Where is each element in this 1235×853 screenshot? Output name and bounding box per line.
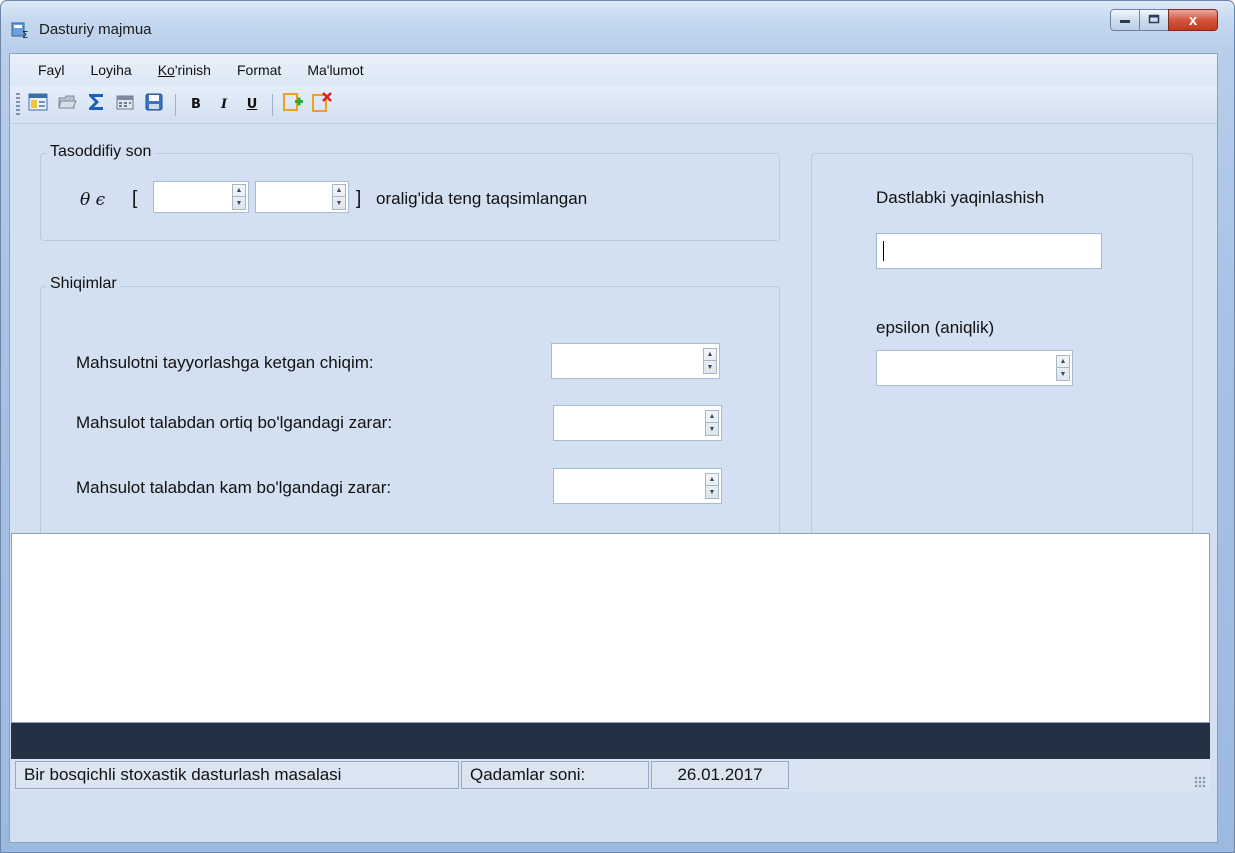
spin-down-icon[interactable]: ▼ <box>233 197 245 209</box>
status-bar: Bir bosqichli stoxastik dasturlash masal… <box>11 759 1210 791</box>
window-controls: x <box>1110 9 1218 33</box>
maximize-icon <box>1148 14 1160 27</box>
sigma-icon <box>86 92 106 117</box>
status-problem-text: Bir bosqichli stoxastik dasturlash masal… <box>24 765 342 784</box>
delete-button[interactable] <box>310 91 334 118</box>
random-number-group-title: Tasoddifiy son <box>46 143 156 161</box>
sum-button[interactable] <box>84 93 108 117</box>
add-document-icon <box>282 91 304 118</box>
add-button[interactable] <box>281 93 305 117</box>
spin-up-icon[interactable]: ▲ <box>706 474 718 486</box>
spin-down-icon[interactable]: ▼ <box>704 361 716 373</box>
toolbar-separator-2 <box>272 93 273 116</box>
menu-loyiha[interactable]: Loyiha <box>90 62 131 78</box>
shortage-loss-label: Mahsulot talabdan kam bo'lgandagi zarar: <box>76 478 392 497</box>
theta-symbol: θ ϵ <box>80 190 106 210</box>
resize-grip-icon[interactable] <box>1194 776 1206 788</box>
production-cost-spinner[interactable]: ▲ ▼ <box>551 343 720 379</box>
minimize-icon <box>1119 14 1131 27</box>
open-button[interactable] <box>55 93 79 117</box>
epsilon-label: epsilon (aniqlik) <box>876 318 995 337</box>
menu-korinish-rest: 'rinish <box>174 62 211 78</box>
toolbar: B I U <box>10 86 1217 124</box>
shortage-loss-spinner[interactable]: ▲ ▼ <box>553 468 722 504</box>
spin-up-icon[interactable]: ▲ <box>333 185 345 197</box>
save-button[interactable] <box>142 93 166 117</box>
app-icon: Σ <box>11 21 31 41</box>
close-icon: x <box>1188 11 1198 29</box>
toolbar-separator <box>175 93 176 116</box>
menu-format[interactable]: Format <box>237 62 281 78</box>
spin-up-icon[interactable]: ▲ <box>706 411 718 423</box>
status-date-text: 26.01.2017 <box>677 765 763 784</box>
form-button[interactable] <box>26 93 50 117</box>
range-min-arrows[interactable]: ▲ ▼ <box>232 184 246 210</box>
spin-down-icon[interactable]: ▼ <box>706 423 718 435</box>
calendar-button[interactable] <box>113 93 137 117</box>
status-problem: Bir bosqichli stoxastik dasturlash masal… <box>15 761 459 789</box>
save-icon <box>144 92 164 117</box>
spin-up-icon[interactable]: ▲ <box>233 185 245 197</box>
range-min-spinner[interactable]: ▲ ▼ <box>153 181 249 213</box>
spin-down-icon[interactable]: ▼ <box>333 197 345 209</box>
svg-text:Σ: Σ <box>22 30 28 39</box>
spin-down-icon[interactable]: ▼ <box>1057 368 1069 380</box>
italic-button[interactable]: I <box>212 97 236 112</box>
spin-up-icon[interactable]: ▲ <box>1057 356 1069 368</box>
menu-malumot[interactable]: Ma'lumot <box>307 62 363 78</box>
range-max-spinner[interactable]: ▲ ▼ <box>255 181 349 213</box>
output-area[interactable] <box>11 533 1210 723</box>
initial-approximation-label: Dastlabki yaqinlashish <box>876 188 1045 207</box>
close-button[interactable]: x <box>1168 9 1218 31</box>
status-steps: Qadamlar soni: <box>461 761 649 789</box>
shortage-loss-arrows[interactable]: ▲ ▼ <box>705 473 719 499</box>
dark-panel <box>11 723 1210 759</box>
epsilon-spinner[interactable]: ▲ ▼ <box>876 350 1073 386</box>
status-date: 26.01.2017 <box>651 761 789 789</box>
epsilon-arrows[interactable]: ▲ ▼ <box>1056 355 1070 381</box>
initial-approximation-input[interactable] <box>876 233 1102 269</box>
form-icon <box>28 92 48 117</box>
maximize-button[interactable] <box>1139 9 1169 31</box>
production-cost-arrows[interactable]: ▲ ▼ <box>703 348 717 374</box>
underline-button[interactable]: U <box>240 97 264 112</box>
open-bracket: [ <box>132 188 138 209</box>
spin-up-icon[interactable]: ▲ <box>704 349 716 361</box>
open-folder-icon <box>57 92 77 117</box>
text-cursor <box>883 241 884 261</box>
bold-button[interactable]: B <box>184 97 208 112</box>
window-title: Dasturiy majmua <box>39 21 152 38</box>
surplus-loss-arrows[interactable]: ▲ ▼ <box>705 410 719 436</box>
surplus-loss-label: Mahsulot talabdan ortiq bo'lgandagi zara… <box>76 413 393 432</box>
range-max-arrows[interactable]: ▲ ▼ <box>332 184 346 210</box>
status-steps-label: Qadamlar soni: <box>470 765 586 784</box>
close-bracket: ] <box>356 188 362 209</box>
menu-fayl[interactable]: Fayl <box>38 62 64 78</box>
menu-korinish[interactable]: Ko'rinish <box>158 62 211 78</box>
menu-bar: Fayl Loyiha Ko'rinish Format Ma'lumot <box>10 54 1217 86</box>
title-bar[interactable]: Σ Dasturiy majmua x <box>1 1 1234 53</box>
production-cost-label: Mahsulotni tayyorlashga ketgan chiqim: <box>76 353 374 372</box>
spin-down-icon[interactable]: ▼ <box>706 486 718 498</box>
menu-korinish-mnemonic: Ko <box>157 62 175 78</box>
calendar-icon <box>115 92 135 117</box>
delete-document-icon <box>311 91 333 118</box>
minimize-button[interactable] <box>1110 9 1140 31</box>
range-description: oralig'ida teng taqsimlangan <box>376 189 588 208</box>
app-window: Σ Dasturiy majmua x Fayl Loyiha Ko'rinis… <box>0 0 1235 853</box>
costs-group-title: Shiqimlar <box>46 275 121 293</box>
toolbar-grip[interactable] <box>16 92 20 117</box>
surplus-loss-spinner[interactable]: ▲ ▼ <box>553 405 722 441</box>
